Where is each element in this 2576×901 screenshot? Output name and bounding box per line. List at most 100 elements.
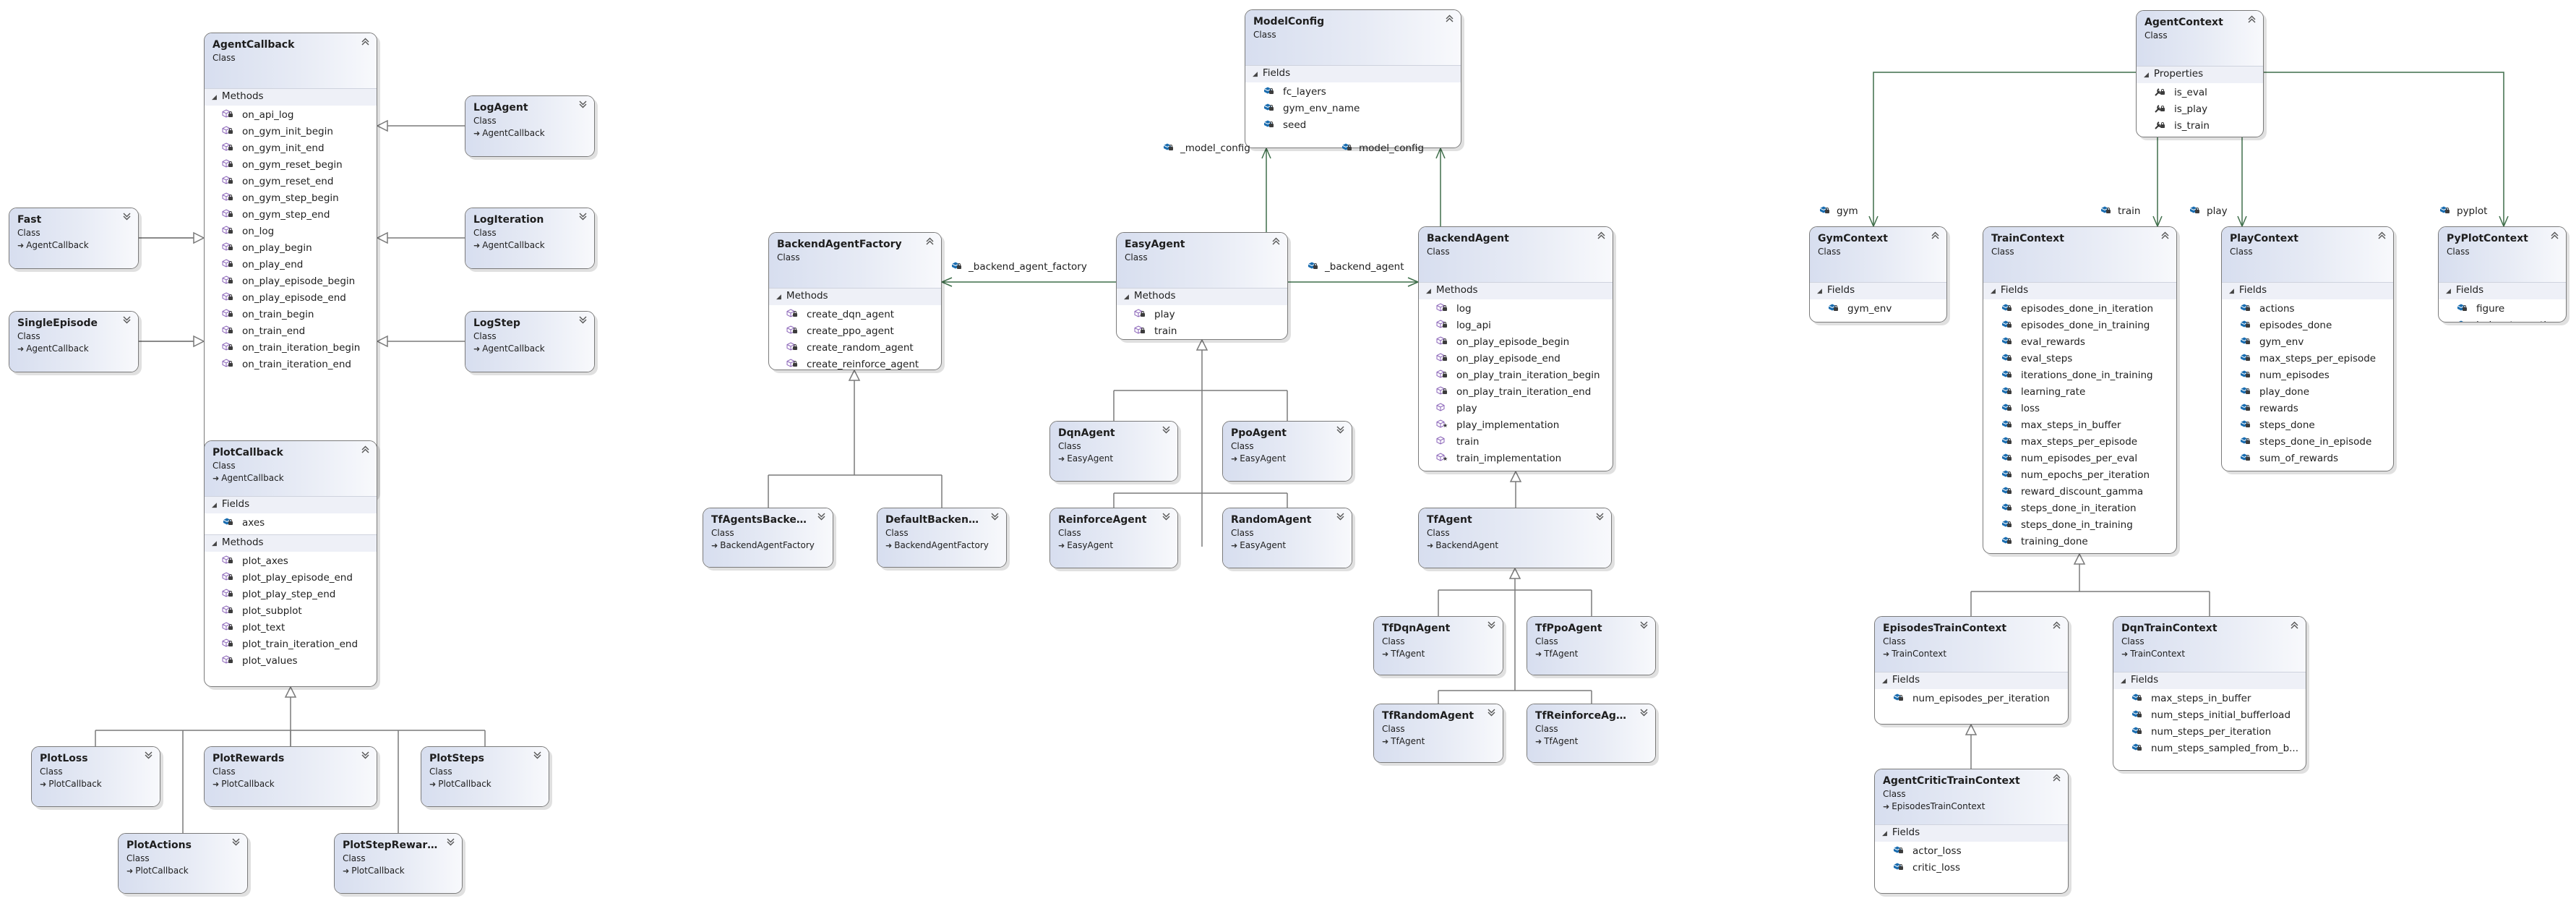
member-row[interactable]: is_train bbox=[2137, 118, 2263, 134]
member-row[interactable]: num_epochs_per_iteration bbox=[1983, 467, 2176, 484]
expand-chevron-icon[interactable] bbox=[1487, 709, 1495, 719]
class-header[interactable]: TfReinforceAgent Class ➜ TfAgent bbox=[1527, 704, 1655, 762]
section-expand-triangle-icon[interactable]: ◢ bbox=[1882, 674, 1887, 689]
class-box-plot-actions[interactable]: PlotActions Class ➜ PlotCallback bbox=[118, 833, 248, 894]
class-header[interactable]: Fast Class ➜ AgentCallback bbox=[9, 208, 138, 268]
member-row[interactable]: on_play_train_iteration_end bbox=[1419, 384, 1613, 401]
class-box-reinforce-agent[interactable]: ReinforceAgent Class ➜ EasyAgent bbox=[1049, 508, 1178, 568]
class-header[interactable]: TfAgent Class ➜ BackendAgent bbox=[1419, 508, 1611, 568]
member-row[interactable]: gym_env_name bbox=[1245, 101, 1461, 117]
class-header[interactable]: AgentCallback Class bbox=[205, 33, 377, 88]
section-expand-triangle-icon[interactable]: ◢ bbox=[212, 498, 217, 513]
expand-chevron-icon[interactable] bbox=[1596, 513, 1604, 524]
class-header[interactable]: GymContext Class bbox=[1810, 227, 1946, 282]
member-row[interactable]: is_eval bbox=[2137, 85, 2263, 101]
class-header[interactable]: LogIteration Class ➜ AgentCallback bbox=[465, 208, 594, 268]
class-header[interactable]: RandomAgent Class ➜ EasyAgent bbox=[1223, 508, 1352, 568]
member-row[interactable]: steps_done_in_training bbox=[1983, 517, 2176, 534]
expand-chevron-icon[interactable] bbox=[1162, 426, 1170, 437]
member-row[interactable]: play bbox=[1117, 307, 1287, 323]
class-header[interactable]: ModelConfig Class bbox=[1245, 10, 1461, 65]
collapse-chevron-icon[interactable] bbox=[1446, 14, 1454, 25]
expand-chevron-icon[interactable] bbox=[361, 751, 369, 762]
class-header[interactable]: PlotLoss Class ➜ PlotCallback bbox=[32, 747, 160, 806]
class-box-default-backend-agent-factory[interactable]: DefaultBackend... Class ➜ BackendAgentFacto… bbox=[877, 508, 1007, 568]
member-row[interactable]: steps_done bbox=[2222, 417, 2393, 434]
class-box-tf-agent[interactable]: TfAgent Class ➜ BackendAgent bbox=[1418, 508, 1612, 568]
class-box-dqn-agent[interactable]: DqnAgent Class ➜ EasyAgent bbox=[1049, 421, 1178, 482]
member-row[interactable]: critic_loss bbox=[1875, 860, 2068, 876]
class-box-tf-reinforce-agent[interactable]: TfReinforceAgent Class ➜ TfAgent bbox=[1527, 704, 1656, 763]
collapse-chevron-icon[interactable] bbox=[2551, 231, 2559, 242]
section-header-fields[interactable]: ◢ Fields bbox=[1875, 672, 2068, 689]
section-expand-triangle-icon[interactable]: ◢ bbox=[212, 537, 217, 552]
section-expand-triangle-icon[interactable]: ◢ bbox=[1253, 67, 1258, 82]
section-expand-triangle-icon[interactable]: ◢ bbox=[776, 290, 781, 305]
section-header-methods[interactable]: ◢ Methods bbox=[1419, 282, 1613, 299]
member-row[interactable]: on_gym_reset_end bbox=[205, 174, 377, 190]
expand-chevron-icon[interactable] bbox=[123, 316, 131, 327]
member-row[interactable]: on_play_episode_begin bbox=[1419, 334, 1613, 351]
member-row[interactable]: learning_rate bbox=[1983, 384, 2176, 401]
section-header-fields[interactable]: ◢ Fields bbox=[2222, 282, 2393, 299]
class-box-gym-context[interactable]: GymContext Class ◢ Fields gym_env bbox=[1809, 226, 1947, 323]
member-row[interactable]: on_gym_step_end bbox=[205, 207, 377, 223]
member-row[interactable]: train bbox=[1419, 434, 1613, 450]
member-row[interactable]: create_ppo_agent bbox=[769, 323, 941, 340]
class-header[interactable]: PlotCallback Class ➜ AgentCallback bbox=[205, 441, 377, 496]
collapse-chevron-icon[interactable] bbox=[361, 38, 369, 48]
class-box-agent-callback[interactable]: AgentCallback Class ◢ Methods on_api_log on_g… bbox=[204, 33, 377, 499]
collapse-chevron-icon[interactable] bbox=[1597, 231, 1605, 242]
member-row[interactable]: on_train_end bbox=[205, 323, 377, 340]
class-header[interactable]: PlayContext Class bbox=[2222, 227, 2393, 282]
class-box-plot-step-rewards[interactable]: PlotStepRewards Class ➜ PlotCallback bbox=[334, 833, 463, 894]
member-row[interactable]: on_play_episode_end bbox=[205, 290, 377, 307]
member-row[interactable]: plot_play_step_end bbox=[205, 586, 377, 603]
class-box-agent-critic-train-context[interactable]: AgentCriticTrainContext Class ➜ EpisodesTra… bbox=[1874, 769, 2069, 894]
class-box-plot-steps[interactable]: PlotSteps Class ➜ PlotCallback bbox=[421, 746, 549, 807]
class-box-fast[interactable]: Fast Class ➜ AgentCallback bbox=[9, 208, 139, 269]
class-box-random-agent[interactable]: RandomAgent Class ➜ EasyAgent bbox=[1222, 508, 1352, 568]
member-row[interactable]: rewards bbox=[2222, 401, 2393, 417]
class-header[interactable]: PlotActions Class ➜ PlotCallback bbox=[119, 834, 247, 893]
collapse-chevron-icon[interactable] bbox=[361, 445, 369, 456]
expand-chevron-icon[interactable] bbox=[447, 838, 455, 849]
member-row[interactable]: plot_train_iteration_end bbox=[205, 636, 377, 653]
section-expand-triangle-icon[interactable]: ◢ bbox=[1817, 284, 1822, 299]
expand-chevron-icon[interactable] bbox=[1336, 513, 1344, 524]
member-row[interactable]: log bbox=[1419, 301, 1613, 317]
member-row[interactable]: ★ train_implementation bbox=[1419, 450, 1613, 467]
expand-chevron-icon[interactable] bbox=[991, 513, 999, 524]
expand-chevron-icon[interactable] bbox=[232, 838, 240, 849]
member-row[interactable]: num_episodes bbox=[2222, 367, 2393, 384]
member-row[interactable]: on_log bbox=[205, 223, 377, 240]
class-header[interactable]: TfAgentsBacken... Class ➜ BackendAgentFacto… bbox=[703, 508, 833, 567]
class-box-tf-dqn-agent[interactable]: TfDqnAgent Class ➜ TfAgent bbox=[1373, 616, 1503, 675]
member-row[interactable]: gym_env bbox=[1810, 301, 1946, 317]
expand-chevron-icon[interactable] bbox=[817, 513, 825, 524]
member-row[interactable]: num_episodes_per_eval bbox=[1983, 450, 2176, 467]
member-row[interactable]: on_train_iteration_begin bbox=[205, 340, 377, 356]
member-row[interactable]: episodes_done_in_iteration bbox=[1983, 301, 2176, 317]
collapse-chevron-icon[interactable] bbox=[1931, 231, 1939, 242]
class-header[interactable]: BackendAgent Class bbox=[1419, 227, 1613, 282]
class-box-plot-rewards[interactable]: PlotRewards Class ➜ PlotCallback bbox=[204, 746, 377, 807]
member-row[interactable]: actions bbox=[2222, 301, 2393, 317]
class-header[interactable]: TfPpoAgent Class ➜ TfAgent bbox=[1527, 617, 1655, 675]
member-row[interactable]: num_steps_per_iteration bbox=[2113, 724, 2306, 740]
class-header[interactable]: ReinforceAgent Class ➜ EasyAgent bbox=[1050, 508, 1177, 568]
class-box-tf-random-agent[interactable]: TfRandomAgent Class ➜ TfAgent bbox=[1373, 704, 1503, 763]
section-header-fields[interactable]: ◢ Fields bbox=[1875, 824, 2068, 842]
expand-chevron-icon[interactable] bbox=[1336, 426, 1344, 437]
member-row[interactable]: on_gym_init_end bbox=[205, 140, 377, 157]
member-row[interactable]: axes bbox=[205, 515, 377, 531]
member-row[interactable]: max_steps_in_buffer bbox=[1983, 417, 2176, 434]
member-row[interactable]: loss bbox=[1983, 401, 2176, 417]
member-row[interactable]: num_steps_initial_bufferload bbox=[2113, 707, 2306, 724]
member-row[interactable]: gym_env bbox=[2222, 334, 2393, 351]
section-header-fields[interactable]: ◢ Fields bbox=[2113, 672, 2306, 689]
member-row[interactable]: seed bbox=[1245, 117, 1461, 134]
member-row[interactable]: num_episodes_per_iteration bbox=[1875, 691, 2068, 707]
member-row[interactable]: log_api bbox=[1419, 317, 1613, 334]
expand-chevron-icon[interactable] bbox=[1487, 621, 1495, 632]
